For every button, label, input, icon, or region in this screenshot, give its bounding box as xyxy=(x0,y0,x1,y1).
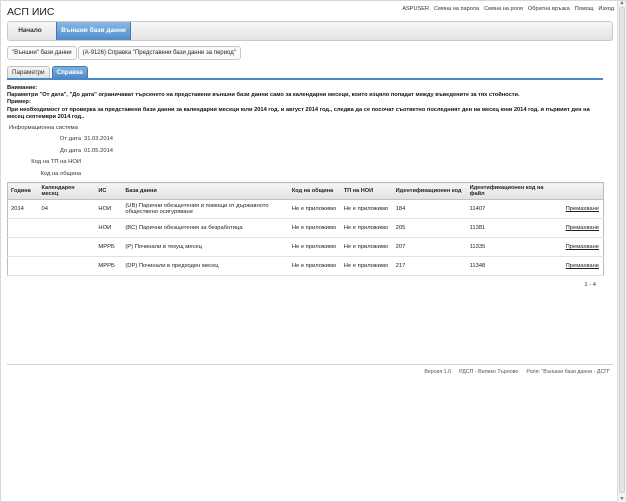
remove-link[interactable]: Премахване xyxy=(554,256,604,276)
notice-block: Внимание: Параметри "От дата", "До дата"… xyxy=(7,85,607,121)
nav-external-databases[interactable]: Външни бази данни xyxy=(56,22,131,40)
notice-text: Параметри "От дата", "До дата" ограничав… xyxy=(7,92,520,99)
cell-database: (UB) Парични обезщетения и помощи от дър… xyxy=(122,199,289,219)
notice-example-text: При необходимост от проверка за представ… xyxy=(7,106,590,120)
cell-file-id-code: 11335 xyxy=(466,237,555,257)
change-role-link[interactable]: Смяна на роля xyxy=(484,6,523,12)
tab-underline xyxy=(7,78,603,80)
cell-is: НОИ xyxy=(95,199,123,219)
remove-link[interactable]: Премахване xyxy=(554,199,604,219)
col-month[interactable]: Календарен месец xyxy=(38,182,96,200)
table-header-row: Година Календарен месец ИС База данни Ко… xyxy=(7,182,604,200)
cell-municipality: Не е приложимо xyxy=(288,256,341,276)
cell-file-id-code: 11407 xyxy=(466,199,555,219)
cell-id-code: 207 xyxy=(392,237,467,257)
remove-link[interactable]: Премахване xyxy=(554,237,604,257)
scroll-down-icon[interactable]: ▼ xyxy=(619,497,625,502)
cell-is: МРРБ xyxy=(95,237,123,257)
feedback-link[interactable]: Обратна връзка xyxy=(528,6,570,12)
cell-municipality: Не е приложимо xyxy=(288,237,341,257)
change-password-link[interactable]: Смяна на парола xyxy=(434,6,479,12)
col-database[interactable]: База данни xyxy=(122,182,289,200)
cell-tp: Не е приложимо xyxy=(340,218,393,238)
col-tp[interactable]: ТП на НОИ xyxy=(340,182,393,200)
to-date-value: 01.05.2014 xyxy=(84,148,114,154)
help-link[interactable]: Помощ xyxy=(575,6,594,12)
cell-year xyxy=(7,256,39,276)
col-actions xyxy=(554,182,604,200)
cell-year xyxy=(7,237,39,257)
scroll-thumb[interactable] xyxy=(619,7,625,493)
results-table: Година Календарен месец ИС База данни Ко… xyxy=(7,182,604,276)
info-system-label: Информационна система xyxy=(9,125,78,131)
cell-month xyxy=(38,237,96,257)
cell-year: 2014 xyxy=(7,199,39,219)
cell-municipality: Не е приложимо xyxy=(288,199,341,219)
cell-database: (P) Починали в текущ месец xyxy=(122,237,289,257)
main-navbar: Начало Външни бази данни xyxy=(7,21,613,41)
notice-example-title: Пример: xyxy=(7,99,31,106)
cell-is: МРРБ xyxy=(95,256,123,276)
footer-divider xyxy=(7,364,613,365)
app-title: АСП ИИС xyxy=(7,6,55,18)
cell-file-id-code: 11348 xyxy=(466,256,555,276)
breadcrumb-item-external[interactable]: "Външни" бази данни xyxy=(7,46,77,60)
breadcrumb: "Външни" бази данни (А-9126) Справка "Пр… xyxy=(7,46,242,60)
to-date-label: До дата xyxy=(59,148,81,154)
nav-home[interactable]: Начало xyxy=(10,22,50,40)
cell-municipality: Не е приложимо xyxy=(288,218,341,238)
table-row: МРРБ (DP) Починали в предходен месец Не … xyxy=(7,256,604,276)
cell-id-code: 217 xyxy=(392,256,467,276)
col-id-code[interactable]: Идентификационен код xyxy=(392,182,467,200)
col-file-id-code[interactable]: Идентификационен код на файл xyxy=(466,182,555,200)
table-row: МРРБ (P) Починали в текущ месец Не е при… xyxy=(7,237,604,257)
footer: Версия 1.0 РДСП - Велико Търново Роля: "… xyxy=(424,369,610,375)
tp-code-label: Код на ТП на НОИ xyxy=(31,159,81,165)
from-date-label: От дата xyxy=(59,136,81,142)
cell-database: (DP) Починали в предходен месец xyxy=(122,256,289,276)
cell-month xyxy=(38,256,96,276)
footer-office: РДСП - Велико Търново xyxy=(459,369,519,375)
breadcrumb-item-report: (А-9126) Справка "Представени бази данни… xyxy=(77,46,241,60)
footer-version: Версия 1.0 xyxy=(424,369,452,375)
cell-tp: Не е приложимо xyxy=(340,237,393,257)
cell-id-code: 184 xyxy=(392,199,467,219)
cell-id-code: 205 xyxy=(392,218,467,238)
cell-tp: Не е приложимо xyxy=(340,256,393,276)
cell-year xyxy=(7,218,39,238)
cell-database: (BC) Парични обезщетения за безработица xyxy=(122,218,289,238)
vertical-scrollbar[interactable]: ▲ ▼ xyxy=(617,1,626,502)
scroll-up-icon[interactable]: ▲ xyxy=(619,1,625,6)
col-year[interactable]: Година xyxy=(7,182,39,200)
footer-role: Роля: "Външни бази данни - ДСП" xyxy=(526,369,610,375)
col-municipality[interactable]: Код на община xyxy=(288,182,341,200)
cell-is: НОИ xyxy=(95,218,123,238)
pager-info: 1 - 4 xyxy=(584,282,596,288)
col-is[interactable]: ИС xyxy=(95,182,123,200)
cell-tp: Не е приложимо xyxy=(340,199,393,219)
table-row: НОИ (BC) Парични обезщетения за безработ… xyxy=(7,218,604,238)
cell-file-id-code: 11381 xyxy=(466,218,555,238)
cell-month: 04 xyxy=(38,199,96,219)
user-link[interactable]: ASPUSER xyxy=(402,6,429,12)
logout-link[interactable]: Изход xyxy=(598,6,614,12)
remove-link[interactable]: Премахване xyxy=(554,218,604,238)
app-window: АСП ИИС ASPUSER Смяна на парола Смяна на… xyxy=(0,0,627,502)
table-row: 2014 04 НОИ (UB) Парични обезщетения и п… xyxy=(7,199,604,219)
municipality-code-label: Код на община xyxy=(40,171,81,177)
top-links: ASPUSER Смяна на парола Смяна на роля Об… xyxy=(402,6,614,12)
from-date-value: 31.03.2014 xyxy=(84,136,114,142)
cell-month xyxy=(38,218,96,238)
